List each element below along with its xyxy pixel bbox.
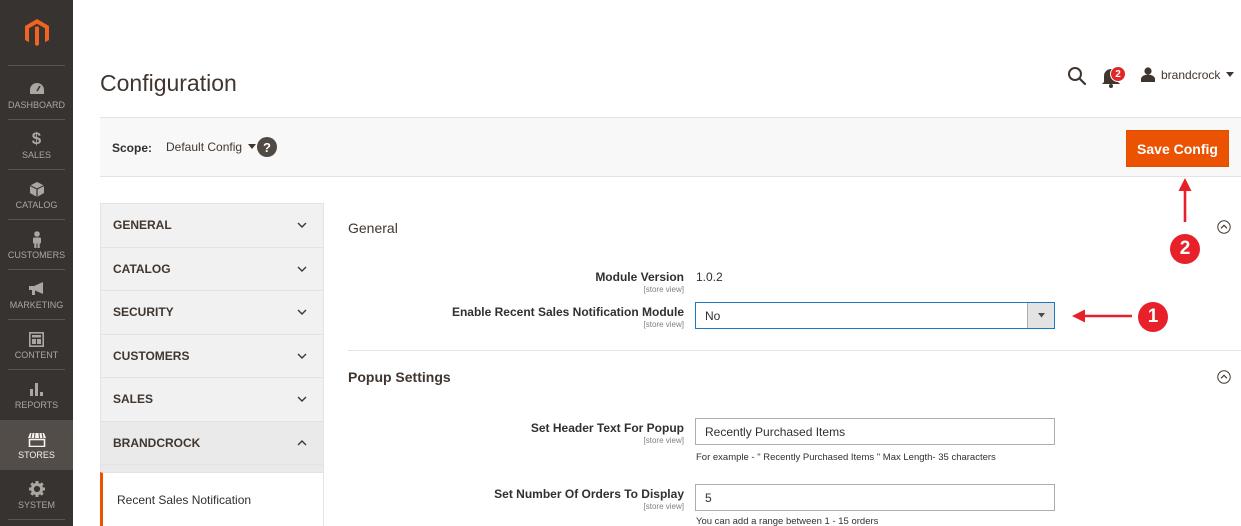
- nav-item-system[interactable]: System: [0, 470, 73, 520]
- magento-admin-page: Dashboard $ Sales Catalog Customers M: [0, 0, 1241, 526]
- field-scope: [store view]: [643, 285, 684, 294]
- dashboard-icon: [28, 80, 46, 98]
- nav-item-label: Content: [14, 350, 59, 360]
- field-scope: [store view]: [643, 436, 684, 445]
- nav-item-stores[interactable]: Stores: [0, 420, 73, 470]
- field-label-header-text: Set Header Text For Popup [store view]: [530, 421, 684, 445]
- dollar-icon: $: [31, 129, 42, 148]
- help-icon[interactable]: ?: [257, 137, 277, 157]
- save-config-button[interactable]: Save Config: [1126, 130, 1229, 167]
- nav-item-label: Reports: [14, 400, 59, 410]
- nav-item-label: System: [17, 500, 55, 510]
- header-text-note: For example - " Recently Purchased Items…: [696, 452, 996, 463]
- nav-item-label: Marketing: [9, 300, 64, 310]
- tab-general[interactable]: GENERAL: [100, 203, 324, 247]
- tab-label: SECURITY: [113, 305, 174, 320]
- caret-down-icon: [1027, 303, 1054, 328]
- field-scope: [store view]: [643, 502, 684, 511]
- field-label-enable-module: Enable Recent Sales Notification Module …: [451, 305, 684, 329]
- admin-sidebar: Dashboard $ Sales Catalog Customers M: [0, 0, 73, 526]
- header-text-input[interactable]: Recently Purchased Items: [695, 418, 1055, 445]
- user-icon: [1141, 67, 1155, 82]
- search-icon[interactable]: [1067, 66, 1087, 86]
- section-title: Popup Settings: [348, 369, 451, 385]
- nav-item-sales[interactable]: $ Sales: [0, 120, 73, 170]
- scope-switcher[interactable]: Default Config: [166, 140, 257, 154]
- nav-item-content[interactable]: Content: [0, 320, 73, 370]
- nav-item-marketing[interactable]: Marketing: [0, 270, 73, 320]
- callout-marker: 2: [1170, 234, 1200, 264]
- tab-security[interactable]: SECURITY: [100, 290, 324, 334]
- section-divider: [348, 350, 1241, 351]
- tab-customers[interactable]: CUSTOMERS: [100, 333, 324, 377]
- caret-down-icon: [248, 144, 257, 149]
- person-icon: [28, 230, 46, 248]
- bar-chart-icon: [28, 380, 46, 398]
- box-icon: [28, 180, 46, 198]
- chevron-down-icon: [297, 266, 307, 272]
- chevron-up-icon: [297, 439, 307, 445]
- nav-item-label: Sales: [21, 150, 52, 160]
- arrow-to-save-button: [1178, 178, 1192, 222]
- collapse-icon: [1217, 220, 1231, 234]
- module-version-value: 1.0.2: [696, 270, 723, 284]
- nav-separator: [8, 519, 65, 520]
- user-menu[interactable]: brandcrock: [1141, 67, 1235, 82]
- magento-logo-icon[interactable]: [0, 0, 73, 65]
- section-popup-header[interactable]: Popup Settings: [348, 369, 1241, 385]
- page-title: Configuration: [100, 70, 237, 96]
- tab-label: CATALOG: [113, 261, 171, 276]
- nav-item-reports[interactable]: Reports: [0, 370, 73, 420]
- chevron-down-icon: [297, 309, 307, 315]
- config-tabs: GENERAL CATALOG SECURITY CUSTOMERS SALES…: [100, 203, 324, 526]
- megaphone-icon: [28, 280, 46, 298]
- nav-separator: [8, 65, 65, 66]
- caret-down-icon: [1226, 71, 1235, 77]
- chevron-down-icon: [297, 396, 307, 402]
- field-label-orders-count: Set Number Of Orders To Display [store v…: [494, 487, 684, 511]
- notifications-badge: 2: [1110, 66, 1126, 82]
- tab-spacer: [100, 464, 324, 472]
- scope-value: Default Config: [166, 140, 243, 154]
- select-value: No: [705, 308, 721, 323]
- nav-item-dashboard[interactable]: Dashboard: [0, 70, 73, 120]
- orders-count-input[interactable]: 5: [695, 484, 1055, 511]
- subtab-recent-sales-notification[interactable]: Recent Sales Notification: [100, 472, 324, 526]
- gear-icon: [28, 480, 46, 498]
- store-icon: [27, 430, 46, 448]
- field-label-module-version: Module Version [store view]: [595, 270, 684, 294]
- chevron-down-icon: [297, 353, 307, 359]
- nav-item-customers[interactable]: Customers: [0, 220, 73, 270]
- enable-module-select[interactable]: No: [695, 302, 1055, 329]
- tab-label: CUSTOMERS: [113, 348, 190, 363]
- tab-sales[interactable]: SALES: [100, 377, 324, 421]
- tab-label: GENERAL: [113, 218, 172, 233]
- username: brandcrock: [1161, 67, 1221, 82]
- collapse-icon: [1217, 370, 1231, 384]
- section-title: General: [348, 220, 398, 236]
- content-icon: [28, 330, 46, 348]
- orders-count-note: You can add a range between 1 - 15 order…: [696, 516, 879, 526]
- nav-item-label: Stores: [18, 450, 55, 460]
- nav-item-catalog[interactable]: Catalog: [0, 170, 73, 220]
- tab-label: SALES: [113, 392, 154, 407]
- tab-label: BRANDCROCK: [113, 435, 201, 450]
- field-scope: [store view]: [643, 320, 684, 329]
- chevron-down-icon: [297, 222, 307, 228]
- nav-item-label: Dashboard: [7, 100, 65, 110]
- nav-item-label: Customers: [7, 250, 66, 260]
- scope-label: Scope:: [112, 141, 153, 155]
- scope-bar: Scope: Default Config ? Save Config: [100, 117, 1241, 177]
- callout-marker: 1: [1138, 302, 1168, 332]
- nav-item-label: Catalog: [15, 200, 58, 210]
- tab-catalog[interactable]: CATALOG: [100, 246, 324, 290]
- section-general-header[interactable]: General: [348, 220, 1241, 236]
- arrow-to-select: [1072, 309, 1132, 323]
- tab-brandcrock[interactable]: BRANDCROCK: [100, 420, 324, 464]
